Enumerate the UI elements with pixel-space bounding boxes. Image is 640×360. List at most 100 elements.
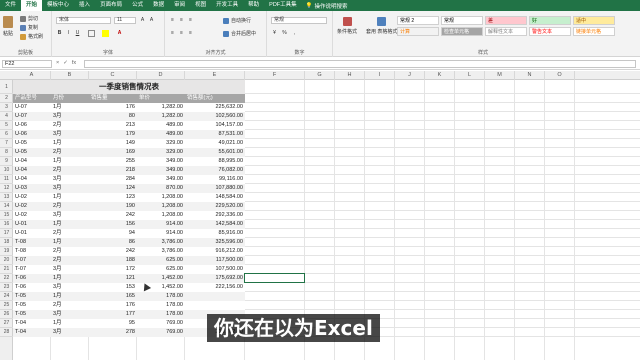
row-header-19[interactable]: 19 (0, 247, 13, 256)
row-header-3[interactable]: 3 (0, 103, 13, 112)
table-cell[interactable]: 3月 (51, 175, 89, 184)
column-header-B[interactable]: B (51, 71, 89, 80)
row-header-14[interactable]: 14 (0, 202, 13, 211)
table-cell[interactable]: 1,282.00 (137, 112, 185, 121)
table-cell[interactable]: 3月 (51, 211, 89, 220)
cell-style-2[interactable]: 差 (485, 16, 527, 25)
column-header-O[interactable]: O (545, 71, 575, 80)
menu-tab-6[interactable]: 数据 (148, 0, 169, 11)
table-cell[interactable]: U-03 (13, 184, 51, 193)
table-cell[interactable]: U-01 (13, 220, 51, 229)
table-cell[interactable]: 769.00 (137, 328, 185, 337)
comma-button[interactable]: , (291, 30, 298, 37)
column-header-K[interactable]: K (425, 71, 455, 80)
cancel-icon[interactable]: × (56, 60, 59, 66)
font-color-button[interactable]: A (116, 30, 123, 37)
column-header-N[interactable]: N (515, 71, 545, 80)
row-header-4[interactable]: 4 (0, 112, 13, 121)
row-header-2[interactable]: 2 (0, 94, 13, 103)
column-header-I[interactable]: I (365, 71, 395, 80)
row-header-25[interactable]: 25 (0, 301, 13, 310)
table-cell[interactable]: 190 (89, 202, 137, 211)
table-cell[interactable]: 1,208.00 (137, 211, 185, 220)
row-header-16[interactable]: 16 (0, 220, 13, 229)
table-cell[interactable]: 121 (89, 274, 137, 283)
row-header-1[interactable]: 1 (0, 80, 13, 94)
column-header-M[interactable]: M (485, 71, 515, 80)
row-header-11[interactable]: 11 (0, 175, 13, 184)
table-cell[interactable]: 3月 (51, 310, 89, 319)
copy-button[interactable]: 复制 (20, 24, 38, 31)
table-cell[interactable]: T-05 (13, 301, 51, 310)
border-button[interactable] (88, 30, 95, 37)
row-header-7[interactable]: 7 (0, 139, 13, 148)
table-cell[interactable]: 213 (89, 121, 137, 130)
table-cell[interactable]: 349.00 (137, 175, 185, 184)
table-cell[interactable]: T-08 (13, 247, 51, 256)
row-header-9[interactable]: 9 (0, 157, 13, 166)
table-cell[interactable]: U-04 (13, 166, 51, 175)
table-cell[interactable]: 88,995.00 (185, 157, 245, 166)
table-header-cell[interactable]: 销售额(元) (185, 94, 245, 103)
table-cell[interactable]: 329.00 (137, 148, 185, 157)
align-left-button[interactable]: ≡ (169, 30, 176, 37)
table-cell[interactable]: 177 (89, 310, 137, 319)
table-cell[interactable]: 76,082.00 (185, 166, 245, 175)
table-cell[interactable]: 176 (89, 103, 137, 112)
table-cell[interactable]: 1,208.00 (137, 193, 185, 202)
table-cell[interactable]: 2月 (51, 229, 89, 238)
table-cell[interactable]: 2月 (51, 166, 89, 175)
table-cell[interactable]: 1,208.00 (137, 202, 185, 211)
table-cell[interactable]: 625.00 (137, 256, 185, 265)
row-header-15[interactable]: 15 (0, 211, 13, 220)
table-cell[interactable]: 218 (89, 166, 137, 175)
table-cell[interactable]: 148,584.00 (185, 193, 245, 202)
tell-me-search[interactable]: 💡 操作说明搜索 (306, 2, 348, 10)
row-header-26[interactable]: 26 (0, 310, 13, 319)
cell-style-1[interactable]: 常规 (441, 16, 483, 25)
column-header-J[interactable]: J (395, 71, 425, 80)
table-cell[interactable]: 86 (89, 238, 137, 247)
enter-icon[interactable]: ✓ (63, 60, 68, 66)
row-header-24[interactable]: 24 (0, 292, 13, 301)
table-cell[interactable]: 914.00 (137, 229, 185, 238)
table-cell[interactable]: 172 (89, 265, 137, 274)
column-header-H[interactable]: H (335, 71, 365, 80)
table-cell[interactable]: U-06 (13, 121, 51, 130)
table-cell[interactable]: 242 (89, 247, 137, 256)
cell-style-7[interactable]: 解释性文本 (485, 27, 527, 36)
menu-tab-11[interactable]: PDF工具集 (264, 0, 302, 11)
font-name-select[interactable]: 宋体 (56, 17, 111, 24)
column-header-C[interactable]: C (89, 71, 137, 80)
table-cell[interactable]: 117,500.00 (185, 256, 245, 265)
cell-style-8[interactable]: 警告文本 (529, 27, 571, 36)
cut-button[interactable]: 剪切 (20, 15, 38, 22)
column-header-G[interactable]: G (305, 71, 335, 80)
row-header-22[interactable]: 22 (0, 274, 13, 283)
table-cell[interactable]: U-02 (13, 211, 51, 220)
table-cell[interactable]: 104,157.00 (185, 121, 245, 130)
table-header-cell[interactable]: 月份 (51, 94, 89, 103)
column-header-L[interactable]: L (455, 71, 485, 80)
table-cell[interactable]: T-06 (13, 274, 51, 283)
menu-tab-9[interactable]: 开发工具 (211, 0, 243, 11)
row-header-18[interactable]: 18 (0, 238, 13, 247)
table-format-button[interactable]: 套用 表格格式 (366, 17, 397, 35)
table-cell[interactable]: 94 (89, 229, 137, 238)
table-cell[interactable]: 3月 (51, 265, 89, 274)
cell-style-0[interactable]: 常规 2 (397, 16, 439, 25)
menu-tab-7[interactable]: 审阅 (169, 0, 190, 11)
table-cell[interactable]: 1,282.00 (137, 103, 185, 112)
row-header-28[interactable]: 28 (0, 328, 13, 337)
table-header-cell[interactable]: 销售量 (89, 94, 137, 103)
table-cell[interactable]: 255 (89, 157, 137, 166)
menu-tab-0[interactable]: 文件 (0, 0, 21, 11)
column-header-F[interactable]: F (245, 71, 305, 80)
table-cell[interactable]: 1月 (51, 157, 89, 166)
table-cell[interactable]: 3月 (51, 184, 89, 193)
table-cell[interactable]: 107,500.00 (185, 265, 245, 274)
table-cell[interactable]: 3月 (51, 328, 89, 337)
table-cell[interactable]: 142,584.00 (185, 220, 245, 229)
table-cell[interactable]: 870.00 (137, 184, 185, 193)
row-header-12[interactable]: 12 (0, 184, 13, 193)
